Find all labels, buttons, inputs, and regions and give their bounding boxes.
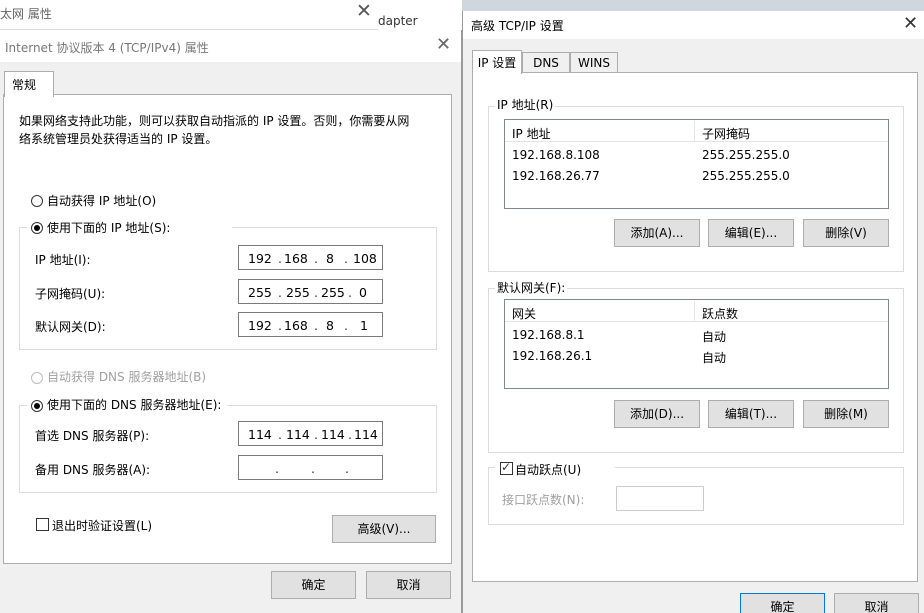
column-separator[interactable] [694, 121, 695, 141]
gateway-group-title: 默认网关(F): [495, 279, 568, 296]
auto-ip-radio[interactable] [31, 195, 43, 207]
auto-metric-checkbox[interactable] [500, 460, 513, 475]
column-header[interactable]: IP 地址 [512, 125, 551, 142]
column-separator[interactable] [694, 301, 695, 321]
tab-ip-settings[interactable]: IP 设置 [472, 50, 522, 74]
subnet-mask-field[interactable]: 255. 255. 255. 0 [238, 279, 383, 304]
manual-ip-label: 使用下面的 IP 地址(S): [47, 221, 171, 235]
column-header[interactable]: 网关 [512, 305, 536, 322]
ip-address-field[interactable]: 192. 168. 8. 108 [238, 245, 383, 270]
auto-dns-label: 自动获得 DNS 服务器地址(B) [47, 370, 207, 384]
preferred-dns-label: 首选 DNS 服务器(P): [35, 429, 150, 443]
default-gateway-label: 默认网关(D): [35, 320, 106, 334]
table-row-cell[interactable]: 自动 [702, 349, 726, 366]
table-row-cell[interactable]: 192.168.26.77 [512, 169, 600, 183]
auto-metric-label: 自动跃点(U) [515, 463, 582, 477]
ip-edit-button[interactable]: 编辑(E)... [708, 219, 794, 247]
cancel-button[interactable]: 取消 [834, 593, 919, 613]
close-icon[interactable]: ✕ [903, 13, 918, 34]
table-row-cell[interactable]: 255.255.255.0 [702, 148, 790, 162]
interface-metric-label: 接口跃点数(N): [502, 493, 585, 507]
close-icon[interactable]: ✕ [356, 0, 372, 22]
table-row-cell[interactable]: 192.168.26.1 [512, 349, 592, 363]
alternate-dns-field[interactable]: . . . [238, 455, 383, 480]
gateway-edit-button[interactable]: 编辑(T)... [708, 400, 794, 428]
tab-dns[interactable]: DNS [522, 52, 570, 74]
ok-button[interactable]: 确定 [740, 593, 825, 613]
list-header [505, 300, 888, 322]
ipv4-properties-dialog: Internet 协议版本 4 (TCP/IPv4) 属性 ✕ 常规 如果网络支… [0, 30, 462, 613]
gateway-delete-button[interactable]: 删除(M) [803, 400, 889, 428]
manual-dns-radio[interactable] [31, 400, 43, 412]
interface-metric-input[interactable] [616, 486, 704, 511]
default-gateway-field[interactable]: 192. 168. 8. 1 [238, 312, 383, 337]
background-window-title: 太网 属性 [0, 7, 52, 21]
ip-settings-panel: IP 地址(R) IP 地址 子网掩码 192.168.8.108 255.25… [472, 72, 918, 582]
ok-button[interactable]: 确定 [271, 571, 356, 599]
auto-dns-radio[interactable] [31, 372, 43, 384]
preferred-dns-field[interactable]: 114. 114. 114. 114 [238, 421, 383, 446]
close-icon[interactable]: ✕ [436, 34, 451, 55]
manual-dns-label: 使用下面的 DNS 服务器地址(E): [47, 398, 222, 412]
title-bar: Internet 协议版本 4 (TCP/IPv4) 属性 ✕ [0, 30, 461, 62]
subnet-mask-label: 子网掩码(U): [35, 287, 106, 301]
general-panel: 如果网络支持此功能，则可以获取自动指派的 IP 设置。否则，你需要从网 络系统管… [3, 94, 452, 564]
auto-ip-label: 自动获得 IP 地址(O) [47, 194, 157, 208]
column-header[interactable]: 跃点数 [702, 305, 738, 322]
manual-ip-radio[interactable] [31, 222, 43, 234]
title-bar: 高级 TCP/IP 设置 ✕ [463, 11, 924, 39]
validate-checkbox[interactable] [36, 518, 49, 531]
gateway-list[interactable]: 网关 跃点数 192.168.8.1 自动 192.168.26.1 自动 [504, 299, 889, 389]
cancel-button[interactable]: 取消 [366, 571, 451, 599]
ip-delete-button[interactable]: 删除(V) [803, 219, 889, 247]
advanced-tcpip-dialog: 高级 TCP/IP 设置 ✕ IP 设置 DNS WINS IP 地址(R) I… [462, 11, 924, 613]
tab-wins[interactable]: WINS [570, 52, 618, 74]
validate-label: 退出时验证设置(L) [52, 519, 153, 533]
table-row-cell[interactable]: 192.168.8.108 [512, 148, 600, 162]
ip-address-label: IP 地址(I): [35, 253, 91, 267]
description-text-2: 络系统管理员处获得适当的 IP 设置。 [19, 132, 218, 146]
table-row-cell[interactable]: 192.168.8.1 [512, 328, 585, 342]
description-text: 如果网络支持此功能，则可以获取自动指派的 IP 设置。否则，你需要从网 [19, 114, 410, 128]
column-header[interactable]: 子网掩码 [702, 125, 750, 142]
table-row-cell[interactable]: 自动 [702, 328, 726, 345]
tab-general[interactable]: 常规 [4, 71, 54, 97]
alternate-dns-label: 备用 DNS 服务器(A): [35, 463, 151, 477]
ip-address-group-title: IP 地址(R) [495, 96, 556, 113]
gateway-add-button[interactable]: 添加(D)... [614, 400, 700, 428]
advanced-button[interactable]: 高级(V)... [332, 515, 436, 543]
list-header [505, 120, 888, 142]
ip-add-button[interactable]: 添加(A)... [614, 219, 700, 247]
ip-address-list[interactable]: IP 地址 子网掩码 192.168.8.108 255.255.255.0 1… [504, 119, 889, 209]
table-row-cell[interactable]: 255.255.255.0 [702, 169, 790, 183]
dialog-title: 高级 TCP/IP 设置 [471, 19, 564, 33]
dialog-title: Internet 协议版本 4 (TCP/IPv4) 属性 [5, 41, 209, 55]
